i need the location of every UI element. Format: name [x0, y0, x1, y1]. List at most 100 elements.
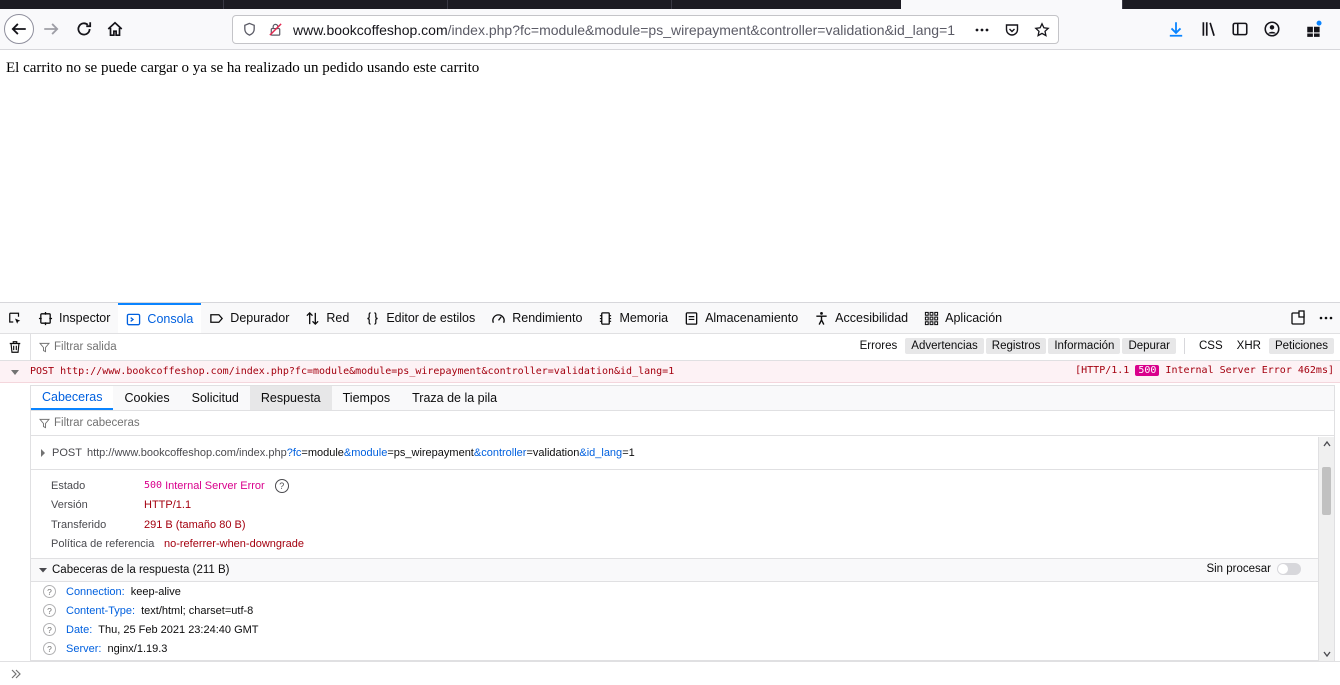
status-badge: 500	[1135, 365, 1160, 376]
status-text: Internal Server Error	[165, 479, 265, 492]
tab-timings[interactable]: Tiempos	[332, 386, 401, 410]
tab-storage[interactable]: Almacenamiento	[676, 303, 806, 333]
browser-tab[interactable]	[224, 0, 448, 9]
pocket-icon[interactable]	[1002, 20, 1022, 40]
network-log-entry[interactable]: POST http://www.bookcoffeshop.com/index.…	[0, 361, 1340, 383]
tab-network[interactable]: Red	[297, 303, 357, 333]
accessibility-icon	[816, 311, 827, 325]
library-icon	[1202, 22, 1215, 36]
tab-label: Aplicación	[945, 311, 1003, 325]
tab-strip	[0, 0, 1340, 9]
tab-label: Inspector	[59, 311, 111, 325]
browser-tab[interactable]	[448, 0, 672, 9]
dock-icon	[1291, 310, 1305, 325]
forward-button[interactable]	[37, 15, 65, 43]
tab-cookies[interactable]: Cookies	[113, 386, 180, 410]
referrer-policy-value: no-referrer-when-downgrade	[164, 538, 305, 551]
section-title: Cabeceras de la respuesta (211 B)	[52, 564, 230, 576]
home-button[interactable]	[101, 15, 129, 43]
browser-tab[interactable]	[0, 0, 224, 9]
download-icon	[1169, 22, 1183, 37]
chevron-double-right-icon	[11, 669, 21, 679]
header-value: text/html; charset=utf-8	[141, 604, 254, 617]
browser-tab-active[interactable]	[901, 0, 1123, 9]
filter-xhr[interactable]: XHR	[1231, 338, 1267, 354]
help-icon[interactable]: ?	[43, 623, 56, 636]
downloads-button[interactable]	[1162, 15, 1190, 43]
vertical-scrollbar[interactable]	[1318, 437, 1334, 661]
navigation-toolbar: www.bookcoffeshop.com/index.php?fc=modul…	[0, 9, 1340, 50]
element-picker-button[interactable]	[0, 303, 30, 333]
filter-info[interactable]: Información	[1048, 338, 1121, 354]
status-code: 500	[144, 480, 163, 492]
filter-debug[interactable]: Depurar	[1122, 338, 1176, 354]
url-bar[interactable]: www.bookcoffeshop.com/index.php?fc=modul…	[232, 15, 1059, 44]
help-icon[interactable]: ?	[43, 604, 56, 617]
request-details-panel: Cabeceras Cookies Solicitud Respuesta Ti…	[30, 385, 1335, 661]
help-icon[interactable]: ?	[43, 642, 56, 655]
devtools-menu-button[interactable]	[1318, 310, 1334, 329]
header-value: Thu, 25 Feb 2021 23:24:40 GMT	[98, 623, 259, 636]
debugger-icon	[210, 313, 224, 323]
extensions-button[interactable]	[1300, 15, 1328, 43]
tab-application[interactable]: Aplicación	[916, 303, 1010, 333]
scroll-thumb[interactable]	[1322, 467, 1331, 515]
toggle-switch[interactable]	[1277, 563, 1301, 575]
divider	[1184, 338, 1185, 354]
expand-twisty-icon[interactable]	[0, 367, 30, 377]
raw-toggle[interactable]: Sin procesar	[1206, 563, 1301, 575]
reload-icon	[77, 22, 92, 36]
version-label: Versión	[51, 499, 88, 512]
tab-performance[interactable]: Rendimiento	[483, 303, 590, 333]
console-input[interactable]	[0, 661, 1340, 685]
log-status-pre: [HTTP/1.1	[1075, 365, 1130, 376]
tab-memory[interactable]: Memoria	[590, 303, 676, 333]
insecure-lock-icon[interactable]	[265, 20, 285, 40]
dock-options-button[interactable]	[1290, 310, 1306, 329]
query-value: =ps_wirepayment	[387, 447, 474, 459]
reload-button[interactable]	[70, 15, 98, 43]
help-icon[interactable]: ?	[274, 478, 289, 493]
transferred-value: 291 B (tamaño 80 B)	[144, 518, 246, 531]
tab-accessibility[interactable]: Accesibilidad	[806, 303, 916, 333]
filter-headers-input[interactable]: Filtrar cabeceras	[31, 411, 1334, 436]
page-actions-icon[interactable]	[972, 20, 992, 40]
library-button[interactable]	[1195, 15, 1223, 43]
tab-request[interactable]: Solicitud	[181, 386, 250, 410]
bookmark-star-icon[interactable]	[1032, 20, 1052, 40]
log-url[interactable]: http://www.bookcoffeshop.com/index.php?f…	[60, 366, 674, 377]
query-key: &id_lang	[579, 447, 623, 459]
header-name: Content-Type:	[66, 604, 136, 617]
tab-debugger[interactable]: Depurador	[201, 303, 297, 333]
filter-output-input[interactable]: Filtrar salida	[39, 341, 439, 353]
header-row: ? Date: Thu, 25 Feb 2021 23:24:40 GMT	[31, 620, 1319, 639]
tab-stack-trace[interactable]: Traza de la pila	[401, 386, 508, 410]
url-text[interactable]: www.bookcoffeshop.com/index.php?fc=modul…	[293, 22, 972, 38]
tab-inspector[interactable]: Inspector	[30, 303, 118, 333]
response-headers-section[interactable]: Cabeceras de la respuesta (211 B) Sin pr…	[31, 558, 1319, 582]
back-button[interactable]	[4, 14, 34, 44]
account-button[interactable]	[1258, 15, 1286, 43]
filter-warnings[interactable]: Advertencias	[905, 338, 984, 354]
tab-style-editor[interactable]: Editor de estilos	[357, 303, 483, 333]
filter-logs[interactable]: Registros	[985, 338, 1047, 354]
scroll-up-arrow[interactable]	[1319, 437, 1334, 451]
clear-console-button[interactable]	[0, 340, 30, 354]
filter-icon	[39, 342, 50, 352]
filter-requests[interactable]: Peticiones	[1268, 338, 1334, 354]
console-icon	[127, 313, 141, 325]
log-filters: Errores Advertencias Registros Informaci…	[854, 338, 1334, 354]
console-filter-bar: Filtrar salida Errores Advertencias Regi…	[0, 333, 1340, 361]
filter-css[interactable]: CSS	[1193, 338, 1229, 354]
tab-response[interactable]: Respuesta	[249, 386, 332, 410]
shield-icon[interactable]	[239, 20, 259, 40]
tab-headers[interactable]: Cabeceras	[31, 386, 114, 410]
help-icon[interactable]: ?	[43, 585, 56, 598]
request-line[interactable]: POST http://www.bookcoffeshop.com/index.…	[31, 437, 1319, 470]
filter-errors[interactable]: Errores	[854, 338, 904, 354]
tab-label: Editor de estilos	[386, 311, 476, 325]
request-url[interactable]: http://www.bookcoffeshop.com/index.php?f…	[87, 447, 635, 459]
tab-console[interactable]: Consola	[118, 303, 202, 333]
sidebar-button[interactable]	[1226, 15, 1254, 43]
scroll-down-arrow[interactable]	[1319, 647, 1335, 661]
